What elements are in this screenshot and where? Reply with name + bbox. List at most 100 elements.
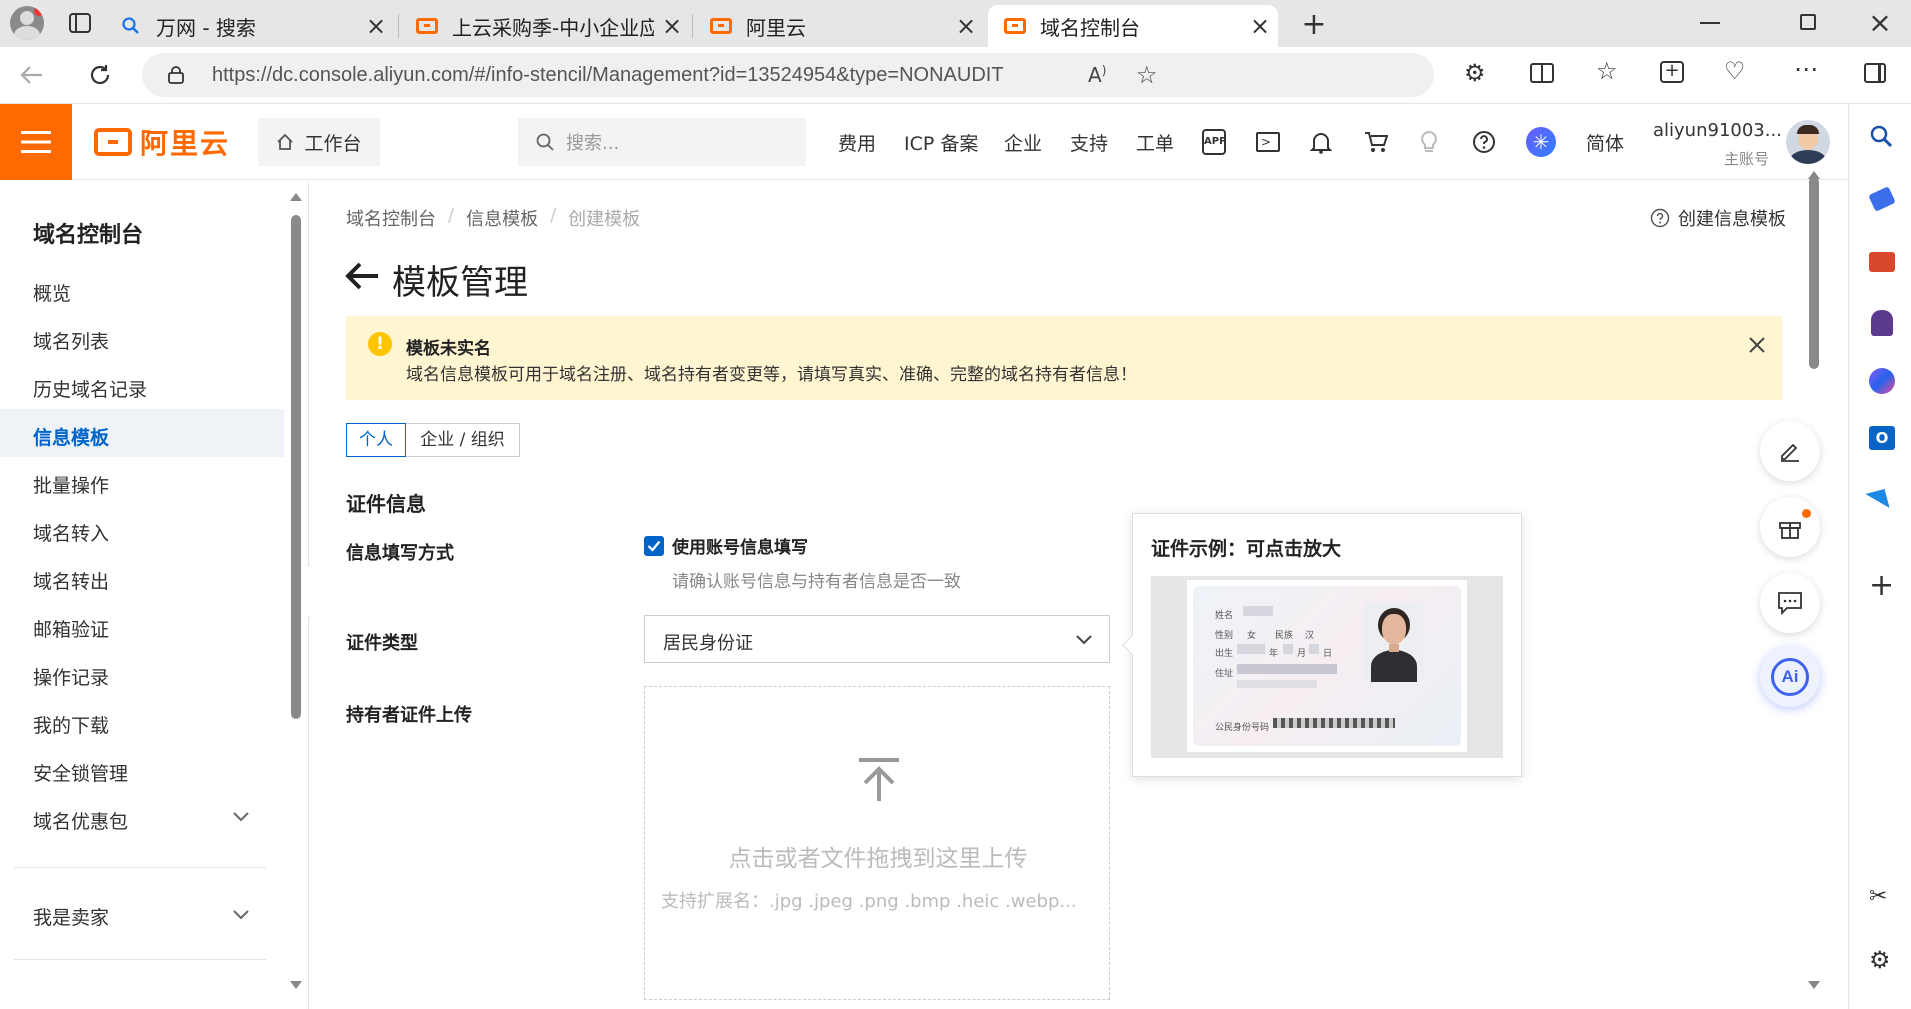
favorites-icon[interactable]: ☆: [1596, 57, 1618, 85]
close-icon[interactable]: [1748, 336, 1766, 354]
nav-ticket[interactable]: 工单: [1136, 104, 1174, 180]
sidebar-item-discount-pack[interactable]: 域名优惠包: [33, 807, 128, 834]
send-icon[interactable]: [1865, 481, 1897, 509]
console-header: 阿里云 工作台 搜索... 费用 ICP 备案 企业 支持 工单 APP > ✳…: [0, 104, 1848, 180]
extensions-icon[interactable]: ⚙: [1464, 59, 1486, 87]
search-icon[interactable]: [1869, 124, 1893, 148]
split-screen-icon[interactable]: [1530, 63, 1554, 83]
breadcrumb-item[interactable]: 域名控制台: [346, 205, 436, 231]
address-bar-row: https://dc.console.aliyun.com/#/info-ste…: [0, 47, 1911, 104]
help-link[interactable]: 创建信息模板: [1650, 205, 1786, 231]
ai-assistant-icon[interactable]: ✳: [1526, 104, 1556, 180]
id-card-field: 年: [1269, 649, 1279, 659]
sidebar-item-seller[interactable]: 我是卖家: [33, 903, 109, 930]
sidebar-scrollbar[interactable]: [290, 181, 302, 1009]
read-aloud-icon[interactable]: A): [1088, 63, 1106, 87]
upload-extensions: 支持扩展名：.jpg .jpeg .png .bmp .heic .webp..…: [661, 891, 1077, 912]
nav-support[interactable]: 支持: [1070, 104, 1108, 180]
tab-actions-icon[interactable]: [66, 9, 94, 37]
breadcrumb-item[interactable]: 信息模板: [466, 205, 538, 231]
sidebar-toggle-icon[interactable]: [1864, 63, 1886, 83]
aliyun-logo[interactable]: 阿里云: [94, 126, 230, 160]
help-link-label: 创建信息模板: [1678, 209, 1786, 230]
sidebar-item-overview[interactable]: 概览: [33, 279, 71, 306]
close-icon[interactable]: ×: [1242, 8, 1278, 44]
games-icon[interactable]: [1871, 310, 1893, 336]
profile-avatar[interactable]: [10, 6, 44, 40]
sidebar-item-domain-list[interactable]: 域名列表: [33, 327, 109, 354]
bell-icon[interactable]: [1310, 104, 1332, 180]
id-card-field: 民族: [1275, 631, 1294, 641]
browser-tab-1[interactable]: 万网 - 搜索 ×: [104, 5, 394, 47]
sidebar-item-email-verify[interactable]: 邮箱验证: [33, 615, 109, 642]
browser-tab-4[interactable]: 域名控制台 ×: [988, 5, 1278, 47]
user-name[interactable]: aliyun91003...: [1653, 120, 1782, 141]
back-arrow-icon[interactable]: [344, 261, 380, 291]
sidebar-item-op-log[interactable]: 操作记录: [33, 663, 109, 690]
page-scrollbar[interactable]: [1808, 171, 1820, 1009]
sidebar-item-info-template[interactable]: 信息模板: [33, 423, 109, 450]
cert-type-select[interactable]: 居民身份证: [644, 615, 1110, 663]
use-account-info-checkbox[interactable]: 使用账号信息填写: [644, 533, 808, 558]
sidebar-item-downloads[interactable]: 我的下载: [33, 711, 109, 738]
cert-example-popover[interactable]: 证件示例：可点击放大 姓名 性别 女 民族 汉 出生 年 月 日 住址 公民身份…: [1122, 513, 1522, 777]
sidebar-item-batch[interactable]: 批量操作: [33, 471, 109, 498]
browser-tab-2[interactable]: 上云采购季-中小企业应用会场-阿 ×: [400, 5, 690, 47]
close-icon[interactable]: ×: [358, 8, 394, 44]
user-role: 主账号: [1724, 150, 1770, 168]
id-card-example-image[interactable]: 姓名 性别 女 民族 汉 出生 年 月 日 住址 公民身份号码: [1151, 576, 1503, 758]
chevron-down-icon[interactable]: [232, 811, 250, 823]
avatar[interactable]: [1786, 120, 1830, 164]
sidebar-item-history[interactable]: 历史域名记录: [33, 375, 147, 402]
chat-icon: [1778, 592, 1802, 615]
tools-icon[interactable]: [1869, 252, 1895, 272]
upload-label: 持有者证件上传: [346, 705, 472, 726]
refresh-button[interactable]: [84, 59, 116, 91]
add-icon[interactable]: +: [1869, 568, 1894, 603]
browser-tab-3[interactable]: 阿里云 ×: [694, 5, 984, 47]
back-button[interactable]: [16, 59, 48, 91]
url-field[interactable]: https://dc.console.aliyun.com/#/info-ste…: [142, 53, 1434, 97]
nav-enterprise[interactable]: 企业: [1004, 104, 1042, 180]
app-icon[interactable]: APP: [1202, 104, 1226, 180]
tab-enterprise[interactable]: 企业 / 组织: [406, 423, 520, 457]
settings-gear-icon[interactable]: ⚙: [1869, 946, 1891, 974]
browser-essentials-icon[interactable]: ♡: [1724, 57, 1746, 85]
edge-sidebar: O + ✂ ⚙: [1848, 104, 1911, 1009]
tab-title: 域名控制台: [1040, 15, 1140, 40]
sidebar-item-transfer-in[interactable]: 域名转入: [33, 519, 109, 546]
screenshot-icon[interactable]: ✂: [1869, 884, 1887, 909]
outlook-icon[interactable]: O: [1869, 426, 1895, 450]
new-tab-button[interactable]: +: [1296, 6, 1332, 42]
workbench-button[interactable]: 工作台: [258, 118, 380, 166]
warning-alert: ! 模板未实名 域名信息模板可用于域名注册、域名持有者变更等，请填写真实、准确、…: [346, 316, 1782, 400]
search-icon: [536, 133, 554, 151]
close-icon[interactable]: ×: [948, 8, 984, 44]
lightbulb-icon[interactable]: [1420, 104, 1438, 180]
nav-billing[interactable]: 费用: [838, 104, 876, 180]
close-icon[interactable]: ×: [654, 8, 690, 44]
chevron-down-icon[interactable]: [232, 909, 250, 921]
terminal-icon[interactable]: >: [1256, 104, 1280, 180]
restore-button[interactable]: [1800, 14, 1816, 30]
help-icon[interactable]: [1472, 104, 1496, 180]
menu-hamburger-button[interactable]: [0, 104, 72, 180]
favorite-star-icon[interactable]: ☆: [1136, 61, 1158, 89]
shopping-tag-icon[interactable]: [1868, 186, 1896, 212]
sidebar-item-transfer-out[interactable]: 域名转出: [33, 567, 109, 594]
ai-icon: Ai: [1771, 658, 1809, 696]
console-search-input[interactable]: 搜索...: [518, 118, 806, 166]
collections-icon[interactable]: +: [1660, 61, 1684, 83]
close-window-button[interactable]: ×: [1862, 4, 1898, 40]
lock-icon: [168, 66, 184, 84]
tab-personal[interactable]: 个人: [346, 423, 406, 457]
upload-text: 点击或者文件拖拽到这里上传: [728, 846, 1028, 872]
minimize-button[interactable]: [1700, 22, 1720, 24]
sidebar-item-security-lock[interactable]: 安全锁管理: [33, 759, 128, 786]
language-switch[interactable]: 简体: [1586, 104, 1624, 180]
nav-icp[interactable]: ICP 备案: [904, 104, 978, 180]
upload-dropzone[interactable]: 点击或者文件拖拽到这里上传 支持扩展名：.jpg .jpeg .png .bmp…: [644, 686, 1110, 1000]
copilot-icon[interactable]: [1869, 368, 1895, 394]
cart-icon[interactable]: [1364, 104, 1388, 180]
more-menu-icon[interactable]: ⋯: [1794, 55, 1818, 83]
